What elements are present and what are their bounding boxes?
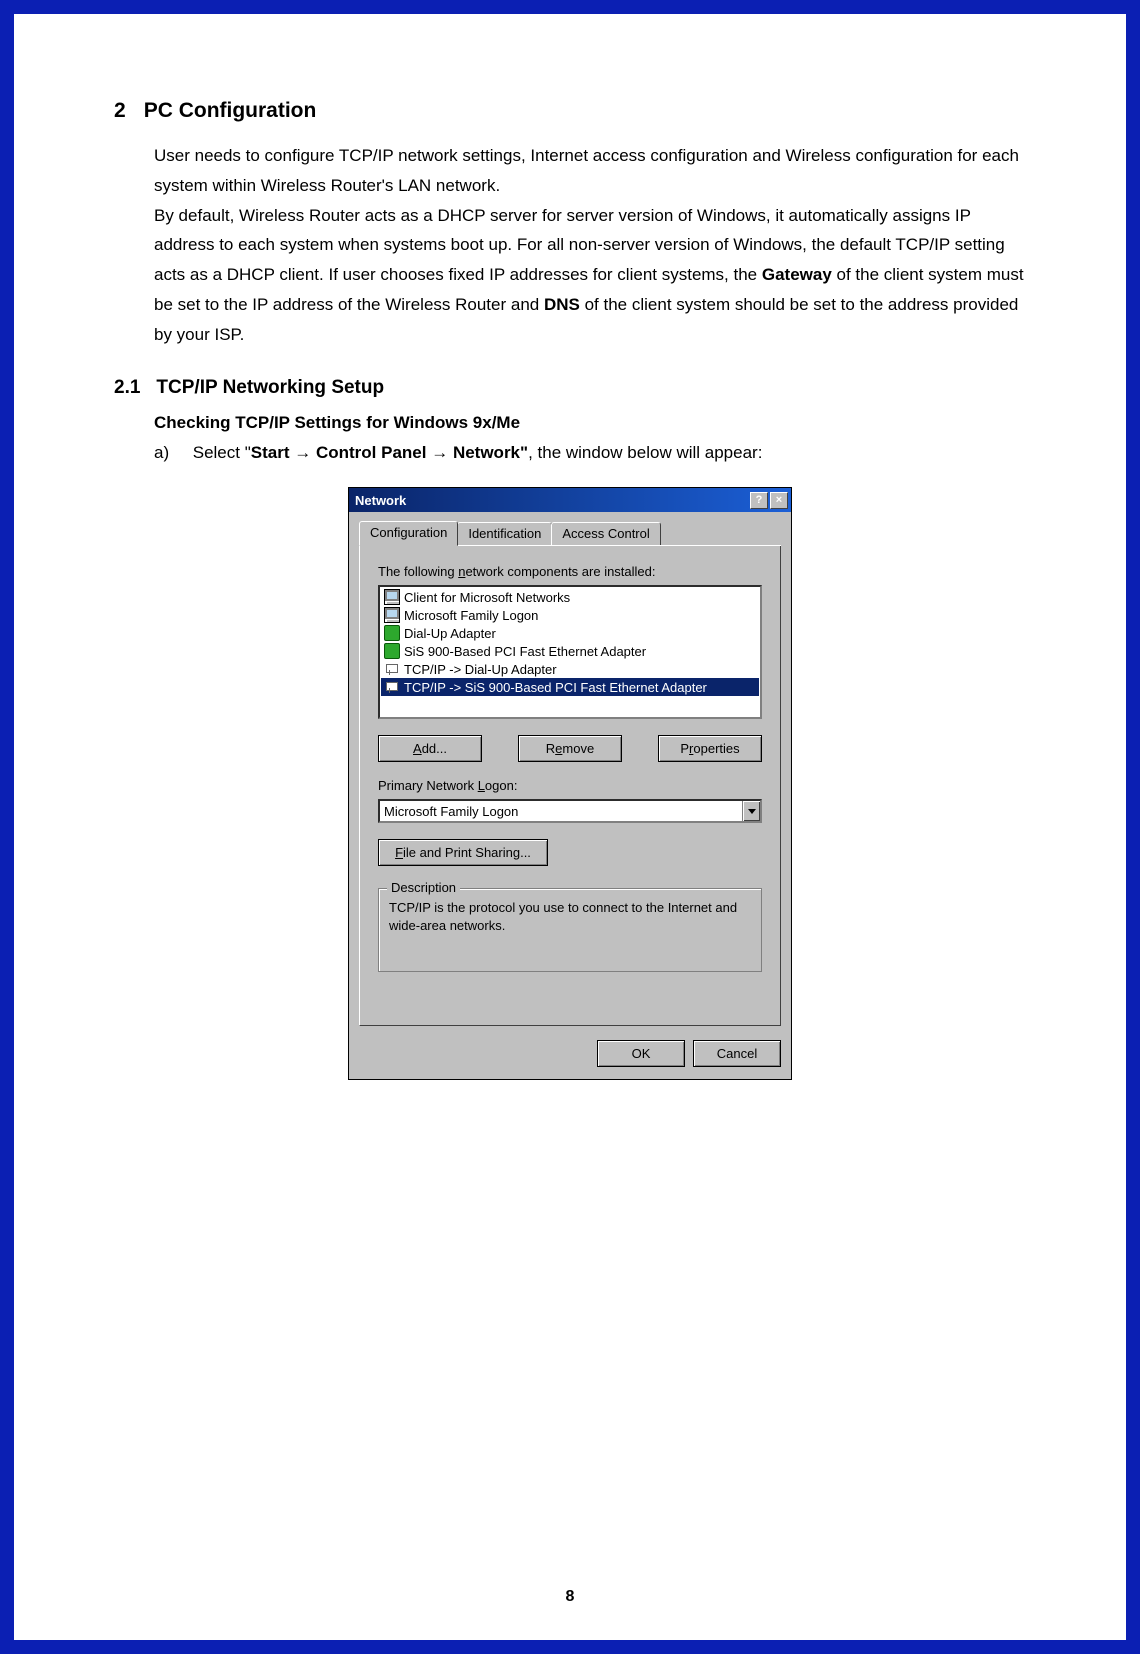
- subsection-title: TCP/IP Networking Setup: [156, 377, 384, 398]
- intro-p1: User needs to configure TCP/IP network s…: [154, 146, 1019, 195]
- help-button[interactable]: ?: [750, 492, 768, 509]
- dns-word: DNS: [544, 295, 580, 314]
- add-button[interactable]: Add...: [378, 735, 482, 762]
- primary-logon-value: Microsoft Family Logon: [384, 804, 518, 819]
- dialog-body: Configuration Identification Access Cont…: [349, 512, 791, 1079]
- arrow-icon: →: [431, 443, 448, 462]
- cancel-button[interactable]: Cancel: [693, 1040, 781, 1067]
- client-icon: [384, 589, 400, 605]
- description-group: Description TCP/IP is the protocol you u…: [378, 888, 762, 972]
- gateway-word: Gateway: [762, 265, 832, 284]
- ok-button[interactable]: OK: [597, 1040, 685, 1067]
- primary-logon-label: Primary Network Logon:: [378, 778, 762, 793]
- subsection-number: 2.1: [114, 377, 140, 399]
- properties-button[interactable]: Properties: [658, 735, 762, 762]
- step-post: , the window below will appear:: [528, 443, 762, 462]
- section-title: PC Configuration: [144, 99, 317, 122]
- tab-strip: Configuration Identification Access Cont…: [359, 522, 781, 546]
- nav-cp: Control Panel: [316, 443, 427, 462]
- list-item-label: SiS 900-Based PCI Fast Ethernet Adapter: [404, 644, 646, 659]
- list-item[interactable]: SiS 900-Based PCI Fast Ethernet Adapter: [381, 642, 759, 660]
- list-item[interactable]: Microsoft Family Logon: [381, 606, 759, 624]
- subsection-heading: 2.1 TCP/IP Networking Setup: [114, 377, 1026, 399]
- adapter-icon: [384, 625, 400, 641]
- primary-logon-select[interactable]: Microsoft Family Logon: [378, 799, 762, 823]
- components-listbox[interactable]: Client for Microsoft Networks Microsoft …: [378, 585, 762, 719]
- page-border: 2 PC Configuration User needs to configur…: [0, 0, 1140, 1654]
- tab-access-control[interactable]: Access Control: [551, 522, 660, 545]
- arrow-icon: →: [294, 443, 311, 462]
- adapter-icon: [384, 643, 400, 659]
- list-item-label: Microsoft Family Logon: [404, 608, 538, 623]
- network-dialog: Network ? × Configuration Identification…: [348, 487, 792, 1080]
- protocol-icon: [384, 679, 400, 695]
- list-item-label: Client for Microsoft Networks: [404, 590, 570, 605]
- dialog-title: Network: [355, 493, 750, 508]
- list-item[interactable]: Dial-Up Adapter: [381, 624, 759, 642]
- section-number: 2: [114, 99, 126, 123]
- list-item-label: Dial-Up Adapter: [404, 626, 496, 641]
- step-pre: Select ": [193, 443, 251, 462]
- list-item[interactable]: Client for Microsoft Networks: [381, 588, 759, 606]
- page-number: 8: [14, 1588, 1126, 1606]
- titlebar: Network ? ×: [349, 488, 791, 512]
- page: 2 PC Configuration User needs to configur…: [10, 10, 1130, 1644]
- description-group-title: Description: [387, 880, 460, 895]
- section-heading: 2 PC Configuration: [114, 99, 1026, 123]
- step-a: a) Select "Start → Control Panel → Netwo…: [154, 443, 1026, 463]
- tab-panel-configuration: The following network components are ins…: [359, 546, 781, 1026]
- nav-network: Network": [453, 443, 528, 462]
- dropdown-arrow-icon[interactable]: [742, 801, 760, 821]
- intro-paragraph: User needs to configure TCP/IP network s…: [154, 141, 1026, 349]
- step-a-label: a): [154, 443, 188, 463]
- subhead: Checking TCP/IP Settings for Windows 9x/…: [154, 413, 1026, 433]
- protocol-icon: [384, 661, 400, 677]
- description-text: TCP/IP is the protocol you use to connec…: [389, 899, 751, 959]
- tab-identification[interactable]: Identification: [457, 522, 552, 545]
- file-print-sharing-button[interactable]: File and Print Sharing...: [378, 839, 548, 866]
- remove-button[interactable]: Remove: [518, 735, 622, 762]
- list-item-selected[interactable]: TCP/IP -> SiS 900-Based PCI Fast Etherne…: [381, 678, 759, 696]
- list-item-label: TCP/IP -> Dial-Up Adapter: [404, 662, 557, 677]
- tab-configuration[interactable]: Configuration: [359, 521, 458, 546]
- components-label: The following network components are ins…: [378, 564, 762, 579]
- list-item-label: TCP/IP -> SiS 900-Based PCI Fast Etherne…: [404, 680, 707, 695]
- close-button[interactable]: ×: [770, 492, 788, 509]
- nav-start: Start: [251, 443, 290, 462]
- list-item[interactable]: TCP/IP -> Dial-Up Adapter: [381, 660, 759, 678]
- client-icon: [384, 607, 400, 623]
